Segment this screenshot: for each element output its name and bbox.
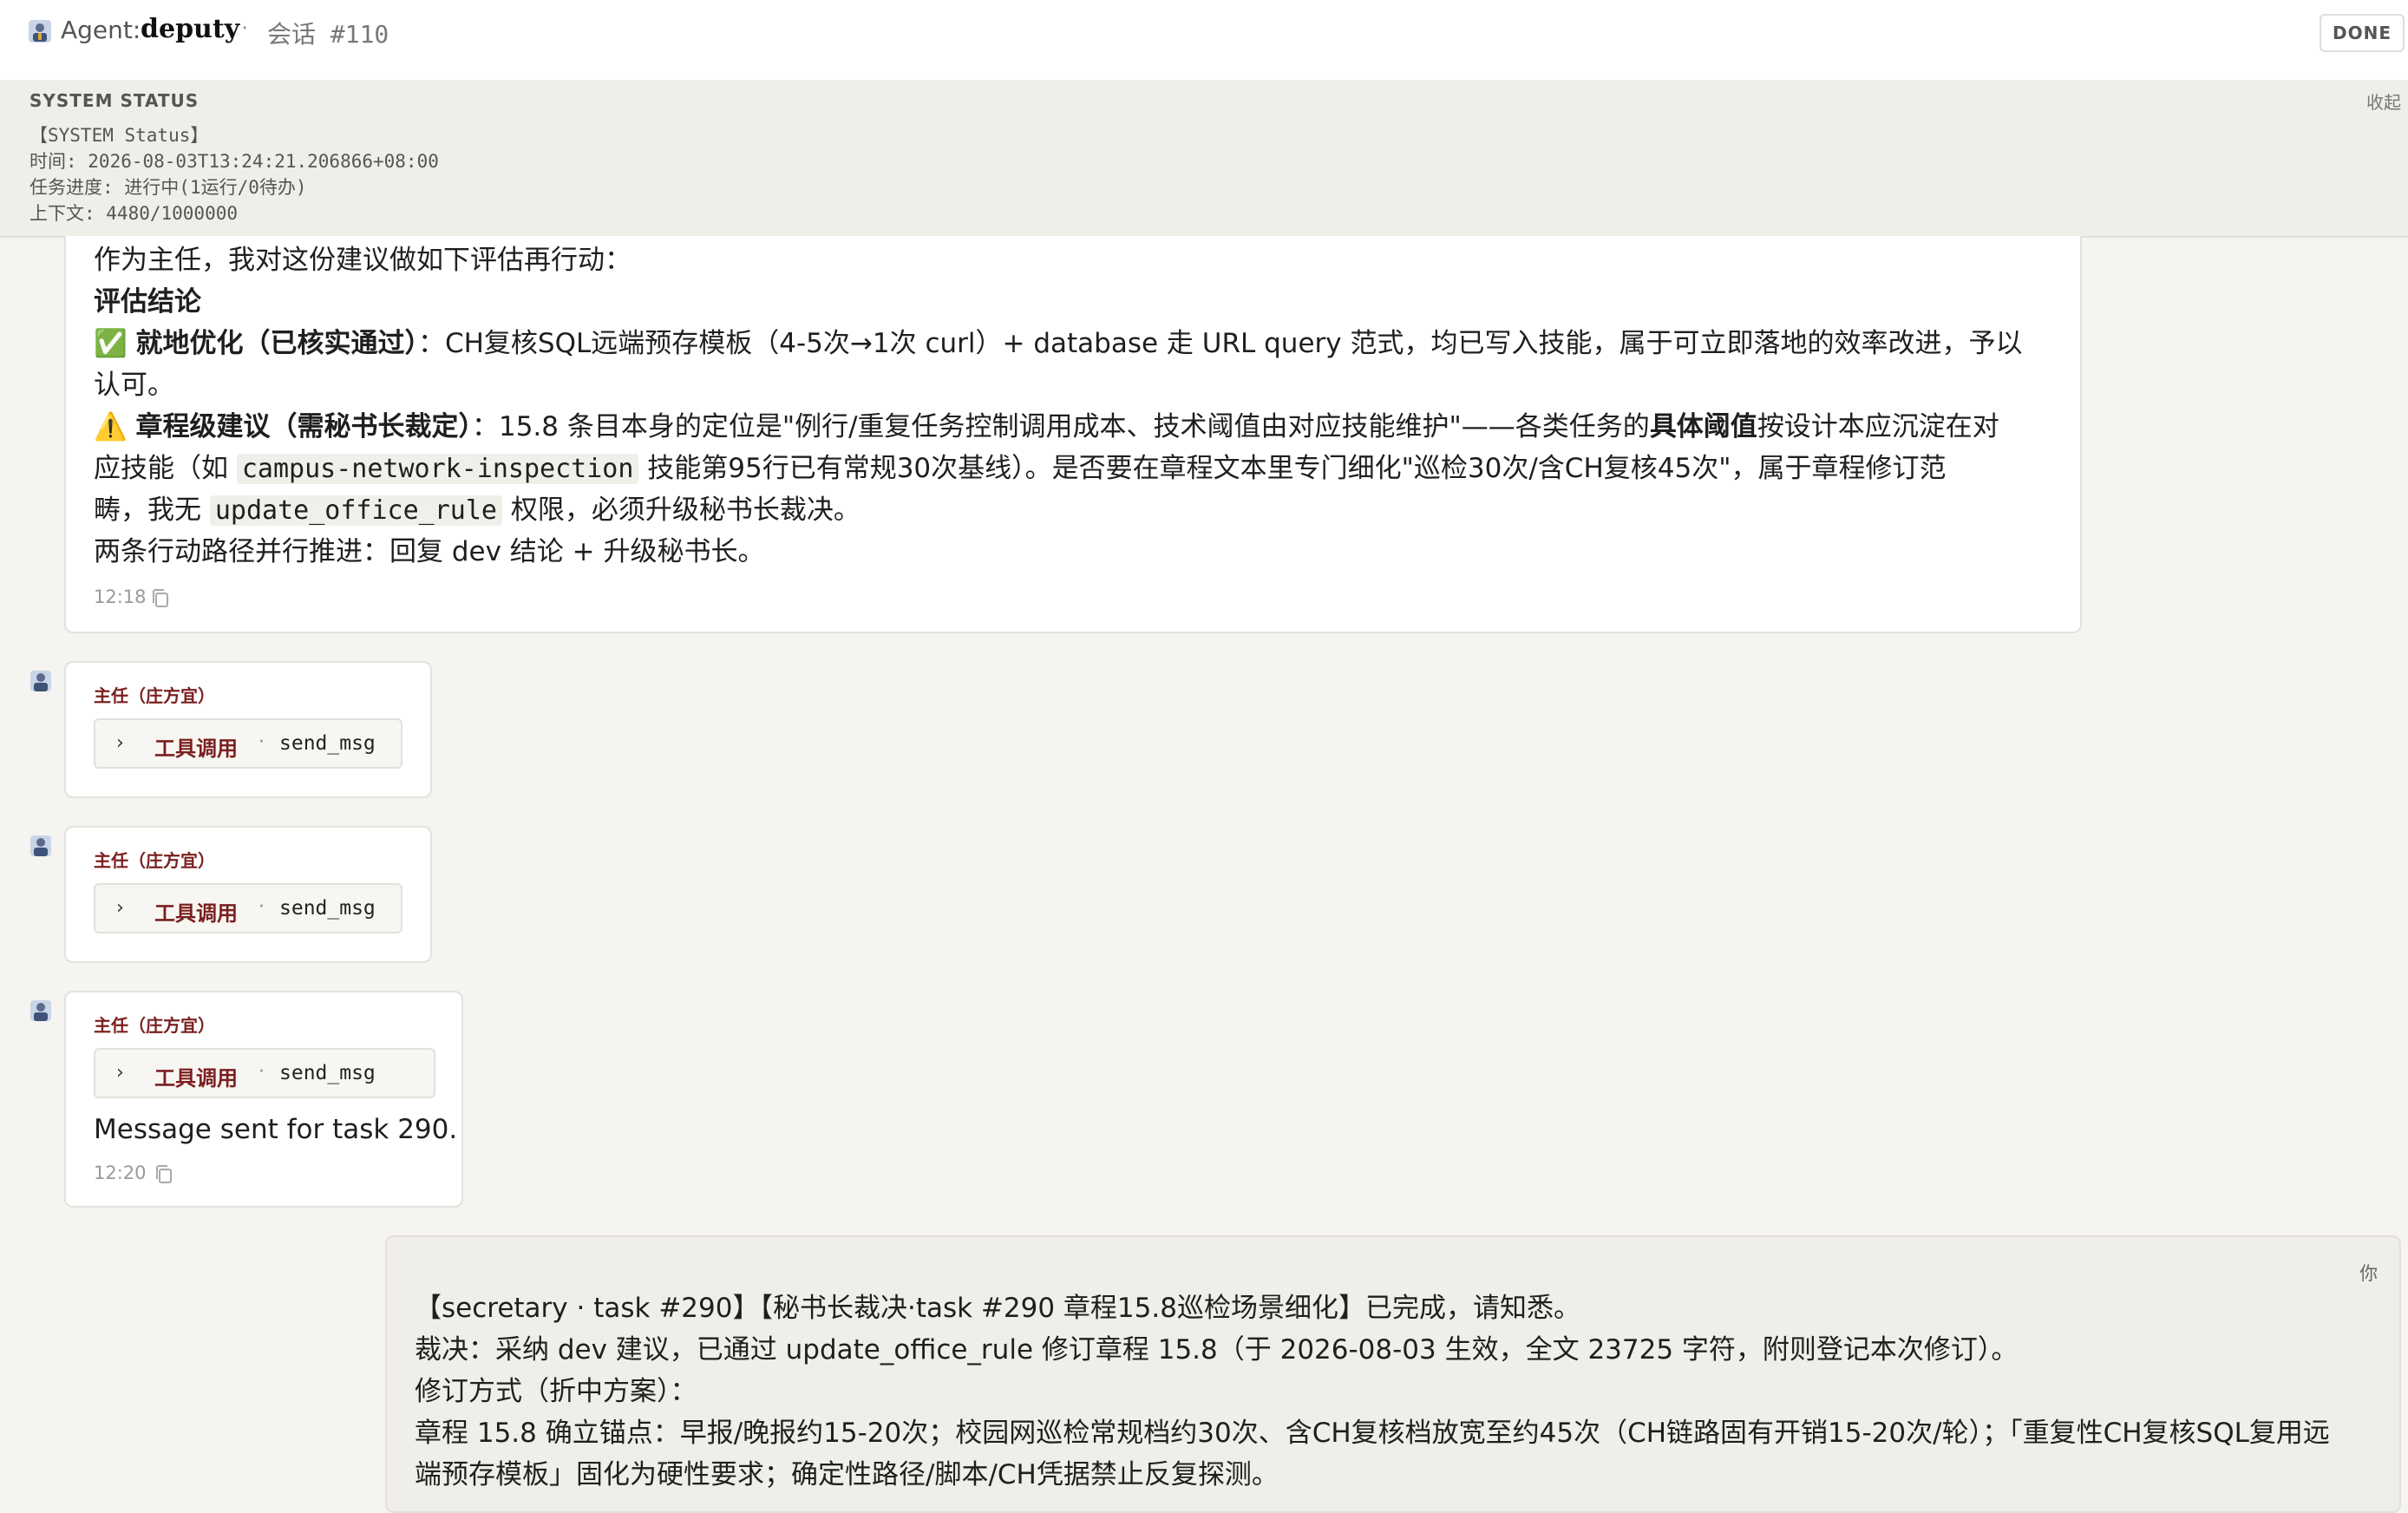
assistant-avatar-icon [30,1000,51,1021]
check-icon: ✅ [94,328,128,359]
message-item-charter: ⚠️ 章程级建议（需秘书长裁定）：15.8 条目本身的定位是"例行/重复任务控制… [94,411,1999,442]
user-message-line: 修订方式（折中方案）： [415,1376,697,1407]
user-message-line: 裁决：采纳 dev 建议，已通过 update_office_rule 修订章程… [415,1334,2019,1366]
system-status-title: SYSTEM STATUS [29,90,200,111]
tool-separator: · [258,1061,265,1083]
message-intro: 作为主任，我对这份建议做如下评估再行动： [94,245,631,276]
assistant-message-card: 作为主任，我对这份建议做如下评估再行动： 评估结论 ✅ 就地优化（已核实通过）：… [64,236,2082,633]
agent-label: Agent: [61,16,141,44]
session-id: 会话 #110 [267,20,389,49]
status-line: 任务进度: 进行中(1运行/0待办) [29,177,307,198]
status-line: 上下文: 4480/1000000 [29,203,239,224]
user-message-line: 章程 15.8 确立锚点：早报/晚报约15-20次；校园网巡检常规档约30次、含… [415,1418,2330,1449]
tool-separator: · [258,896,265,918]
tool-name: send_msg [279,1062,376,1084]
sender-name: 主任（庄方宜） [94,685,215,706]
chevron-right-icon: › [116,1062,124,1084]
done-button[interactable]: DONE [2320,14,2405,52]
copy-icon[interactable] [154,1164,173,1185]
system-status-panel: SYSTEM STATUS 收起 【SYSTEM Status】 时间: 202… [0,80,2408,238]
message-time: 12:20 [94,1163,147,1183]
tool-result-text: Message sent for task 290. [94,1114,458,1145]
tool-call-toggle[interactable]: › 工具调用 · send_msg [94,1048,435,1098]
sender-name: 主任（庄方宜） [94,1015,215,1036]
user-message-line: 【secretary · task #290】【秘书长裁决·task #290 … [415,1293,1580,1324]
status-line: 【SYSTEM Status】 [29,125,209,146]
tool-call-card: 主任（庄方宜） › 工具调用 · send_msg [64,826,432,963]
message-item-charter-cont: 畴，我无 update_office_rule 权限，必须升级秘书长裁决。 [94,495,860,526]
user-message-line: 端预存模板」固化为硬性要求；确定性路径/脚本/CH凭据禁止反复探测。 [415,1459,1279,1490]
tool-separator: · [258,731,265,753]
tool-call-label: 工具调用 [154,1066,238,1091]
message-closing: 两条行动路径并行推进：回复 dev 结论 + 升级秘书长。 [94,536,765,567]
collapse-button[interactable]: 收起 [2366,88,2401,114]
message-heading: 评估结论 [94,286,201,318]
message-item-optimization-cont: 认可。 [94,370,174,401]
tool-call-label: 工具调用 [154,737,238,761]
tool-call-card: 主任（庄方宜） › 工具调用 · send_msg [64,661,432,798]
chevron-right-icon: › [116,732,124,754]
tool-name: send_msg [279,732,376,755]
message-time: 12:18 [94,586,147,607]
user-message-card: 【secretary · task #290】【秘书长裁决·task #290 … [385,1235,2401,1513]
sender-name: 主任（庄方宜） [94,850,215,871]
agent-avatar-icon [29,20,51,43]
assistant-avatar-icon [30,671,51,691]
header-bar: Agent: deputy · 会话 #110 DONE [0,0,2408,82]
inline-code: campus-network-inspection [236,454,639,484]
tool-call-label: 工具调用 [154,901,238,926]
tool-call-card: 主任（庄方宜） › 工具调用 · send_msg Message sent f… [64,991,463,1208]
warning-icon: ⚠️ [94,411,128,442]
tool-call-toggle[interactable]: › 工具调用 · send_msg [94,883,402,933]
message-item-optimization: ✅ 就地优化（已核实通过）：CH复核SQL远端预存模板（4-5次→1次 curl… [94,328,2023,359]
header-separator: · [241,16,249,42]
tool-call-toggle[interactable]: › 工具调用 · send_msg [94,718,402,769]
agent-name: deputy [141,14,240,44]
chevron-right-icon: › [116,897,124,919]
message-item-charter-cont: 应技能（如 campus-network-inspection 技能第95行已有… [94,453,1947,484]
tool-name: send_msg [279,897,376,920]
assistant-avatar-icon [30,835,51,856]
inline-code: update_office_rule [209,495,502,526]
copy-icon[interactable] [151,588,170,609]
user-label: 你 [2359,1263,2378,1284]
status-line: 时间: 2026-08-03T13:24:21.206866+08:00 [29,151,439,172]
